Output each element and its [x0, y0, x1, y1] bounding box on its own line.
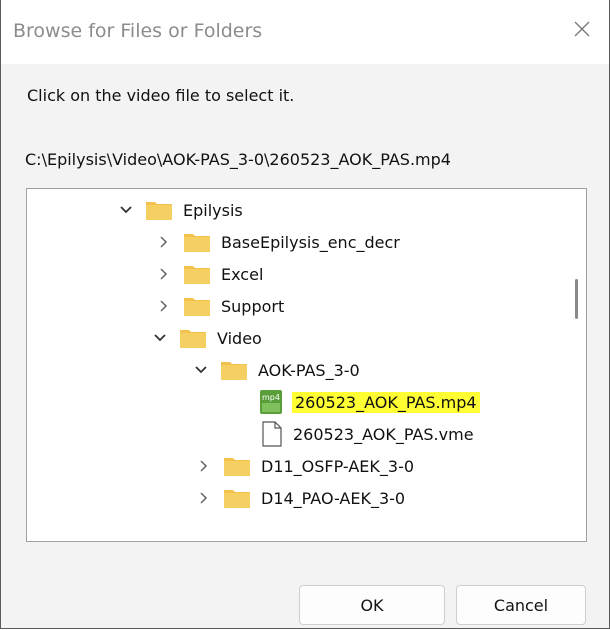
folder-icon [220, 358, 248, 382]
cancel-button[interactable]: Cancel [456, 585, 586, 625]
close-button[interactable] [567, 14, 597, 44]
dialog-title: Browse for Files or Folders [13, 20, 263, 42]
chevron-down-icon[interactable] [194, 363, 208, 377]
tree-item-vme-file[interactable]: 260523_AOK_PAS.vme [261, 418, 474, 450]
tree-item-label: Excel [221, 264, 264, 284]
tree-item-label: AOK-PAS_3-0 [258, 360, 360, 380]
ok-button[interactable]: OK [299, 585, 445, 625]
tree-item-baseepilysis[interactable]: BaseEpilysis_enc_decr [157, 226, 400, 258]
tree-item-label: Epilysis [183, 200, 243, 220]
mp4-file-icon: mp4 [258, 389, 284, 415]
tree-item-label: 260523_AOK_PAS.mp4 [292, 391, 480, 413]
folder-icon [179, 326, 207, 350]
folder-icon [183, 294, 211, 318]
browse-dialog: Browse for Files or Folders Click on the… [0, 0, 610, 629]
folder-tree[interactable]: Epilysis BaseEpilysis_enc_decr Excel Sup… [26, 188, 587, 542]
chevron-down-icon[interactable] [153, 331, 167, 345]
close-icon [574, 21, 590, 37]
scrollbar-thumb[interactable] [575, 279, 578, 319]
chevron-right-icon[interactable] [197, 491, 211, 505]
tree-item-label: 260523_AOK_PAS.vme [293, 424, 474, 444]
folder-icon [145, 198, 173, 222]
tree-item-video[interactable]: Video [153, 322, 262, 354]
tree-item-label: D11_OSFP-AEK_3-0 [261, 456, 415, 476]
tree-item-support[interactable]: Support [157, 290, 284, 322]
svg-text:mp4: mp4 [262, 393, 280, 402]
tree-item-epilysis[interactable]: Epilysis [119, 194, 243, 226]
tree-item-label: Support [221, 296, 285, 316]
tree-item-label: D14_PAO-AEK_3-0 [261, 488, 406, 508]
chevron-right-icon[interactable] [197, 459, 211, 473]
tree-item-d11[interactable]: D11_OSFP-AEK_3-0 [197, 450, 414, 482]
tree-item-label: BaseEpilysis_enc_decr [221, 232, 400, 252]
chevron-right-icon[interactable] [157, 235, 171, 249]
folder-icon [183, 262, 211, 286]
chevron-right-icon[interactable] [157, 267, 171, 281]
folder-icon [223, 454, 251, 478]
instruction-text: Click on the video file to select it. [27, 86, 295, 105]
tree-item-label: Video [217, 328, 262, 348]
tree-item-aok-pas[interactable]: AOK-PAS_3-0 [194, 354, 360, 386]
chevron-right-icon[interactable] [157, 299, 171, 313]
tree-item-mp4-file[interactable]: mp4 260523_AOK_PAS.mp4 [258, 386, 480, 418]
document-file-icon [261, 421, 283, 447]
tree-item-excel[interactable]: Excel [157, 258, 263, 290]
folder-icon [223, 486, 251, 510]
title-bar: Browse for Files or Folders [1, 0, 609, 64]
chevron-down-icon[interactable] [119, 203, 133, 217]
tree-item-d14[interactable]: D14_PAO-AEK_3-0 [197, 482, 405, 514]
selected-path: C:\Epilysis\Video\AOK-PAS_3-0\260523_AOK… [25, 150, 451, 169]
folder-icon [183, 230, 211, 254]
